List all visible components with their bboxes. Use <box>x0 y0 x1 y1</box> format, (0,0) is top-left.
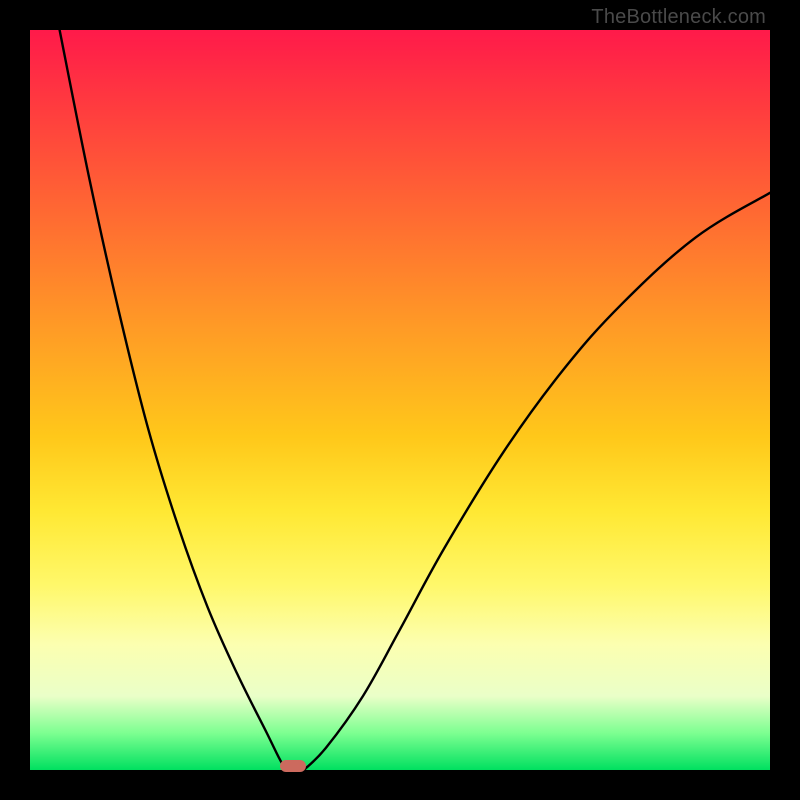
chart-frame: TheBottleneck.com <box>0 0 800 800</box>
right-branch-path <box>304 193 770 770</box>
plot-area <box>30 30 770 770</box>
bottleneck-curve <box>30 30 770 770</box>
left-branch-path <box>60 30 289 770</box>
optimum-marker <box>280 760 306 772</box>
watermark-text: TheBottleneck.com <box>591 6 766 29</box>
